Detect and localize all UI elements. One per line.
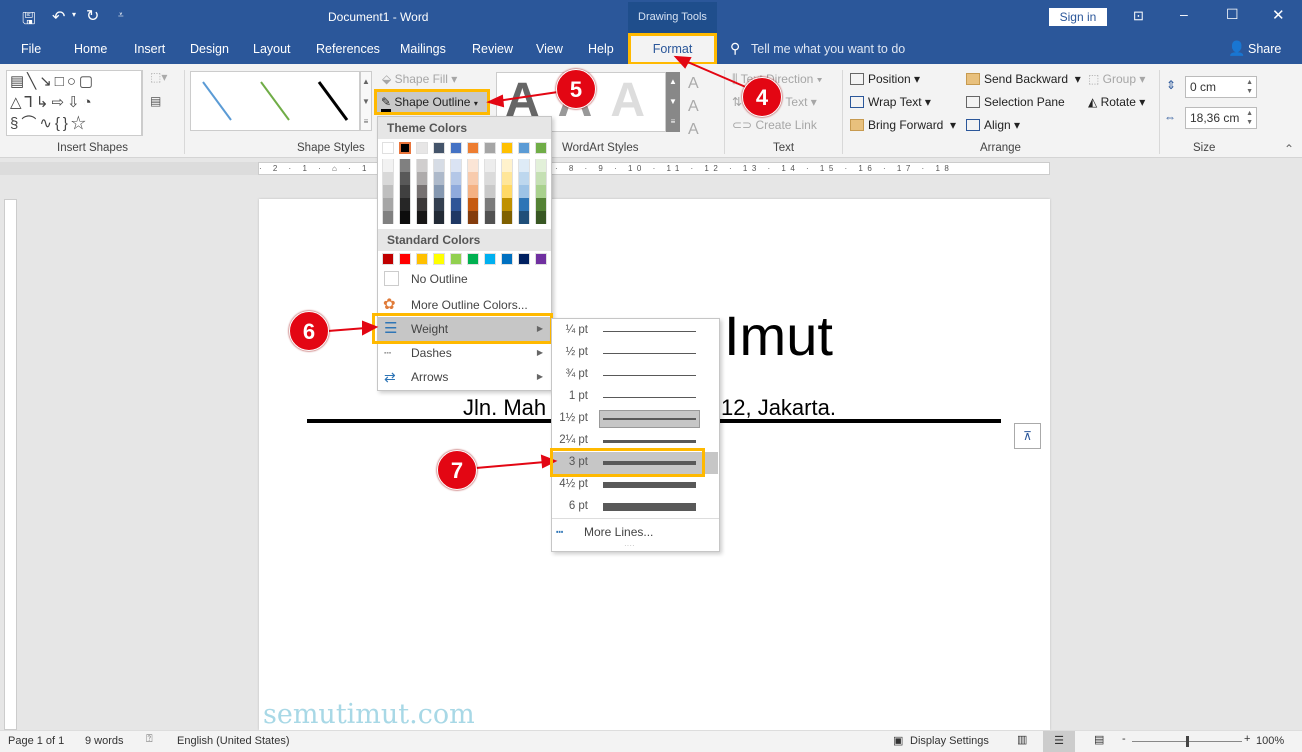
status-bar: Page 1 of 1 9 words ⍰ English (United St…	[0, 730, 1302, 752]
display-settings-icon: ▣	[893, 735, 904, 747]
language[interactable]: English (United States)	[177, 735, 290, 747]
callout-5: 5	[556, 69, 596, 109]
zoom-out-button[interactable]: -	[1122, 733, 1126, 745]
display-settings-button[interactable]: Display Settings	[910, 735, 989, 747]
zoom-in-button[interactable]: +	[1244, 733, 1250, 745]
callout-6: 6	[289, 311, 329, 351]
proofing-icon[interactable]: ⍰	[146, 733, 153, 746]
page-count[interactable]: Page 1 of 1	[8, 735, 64, 747]
word-count[interactable]: 9 words	[85, 735, 124, 747]
arrow-7	[475, 461, 546, 469]
callout-7: 7	[437, 450, 477, 490]
print-layout-icon[interactable]: ☰	[1043, 731, 1075, 752]
zoom-slider-thumb[interactable]	[1186, 736, 1189, 747]
read-mode-icon[interactable]: ▥	[1017, 733, 1027, 746]
callout-4: 4	[742, 77, 782, 117]
annotation-arrows	[327, 55, 749, 469]
zoom-slider[interactable]	[1132, 736, 1242, 747]
arrow-6	[327, 327, 367, 332]
web-layout-icon[interactable]: ▤	[1094, 733, 1104, 746]
hovered-weight-highlight-box	[550, 448, 705, 477]
zoom-level[interactable]: 100%	[1256, 735, 1284, 747]
arrow-4	[682, 59, 749, 89]
arrow-5	[496, 91, 559, 102]
